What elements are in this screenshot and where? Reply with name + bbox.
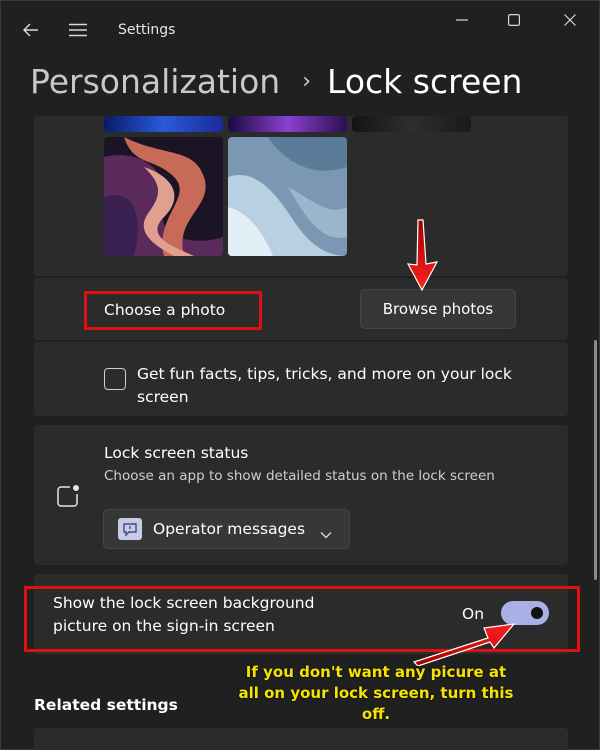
operator-messages-icon [118, 518, 142, 540]
chevron-down-icon [320, 524, 332, 543]
wallpaper-thumbnail[interactable] [228, 137, 347, 256]
dropdown-selected-value: Operator messages [153, 520, 306, 538]
lock-screen-status-title: Lock screen status [104, 444, 249, 462]
related-settings-card[interactable] [34, 728, 568, 750]
fun-facts-checkbox[interactable] [104, 368, 126, 390]
wallpaper-thumbnail[interactable] [228, 116, 347, 132]
annotation-arrow-icon [412, 623, 516, 666]
related-settings-heading: Related settings [34, 696, 178, 714]
annotation-arrow-icon [406, 219, 439, 292]
notification-badge-icon [56, 484, 80, 512]
breadcrumb-separator: › [302, 68, 312, 94]
wallpaper-thumbnail[interactable] [104, 137, 223, 256]
fun-facts-label: Get fun facts, tips, tricks, and more on… [137, 365, 512, 406]
page-title: Lock screen [327, 61, 523, 101]
title-bar: Settings [0, 0, 600, 60]
maximize-icon[interactable] [494, 8, 534, 32]
annotation-highlight-choose-photo [84, 291, 262, 330]
close-icon[interactable] [550, 8, 590, 32]
wallpaper-thumbnail[interactable] [352, 116, 471, 132]
browse-photos-button[interactable]: Browse photos [360, 289, 516, 329]
breadcrumb: Personalization › Lock screen [30, 60, 522, 102]
minimize-icon[interactable] [442, 8, 482, 32]
scrollbar-thumb[interactable] [594, 340, 597, 580]
back-arrow-icon[interactable] [17, 16, 45, 44]
annotation-note: If you don't want any picure at all on y… [238, 663, 514, 723]
status-app-dropdown[interactable]: Operator messages [103, 509, 350, 549]
window-title: Settings [118, 22, 176, 38]
lock-screen-status-subtitle: Choose an app to show detailed status on… [104, 468, 495, 484]
wallpaper-thumbnail[interactable] [104, 116, 223, 132]
breadcrumb-personalization[interactable]: Personalization [30, 62, 280, 101]
hamburger-menu-icon[interactable] [64, 16, 92, 44]
